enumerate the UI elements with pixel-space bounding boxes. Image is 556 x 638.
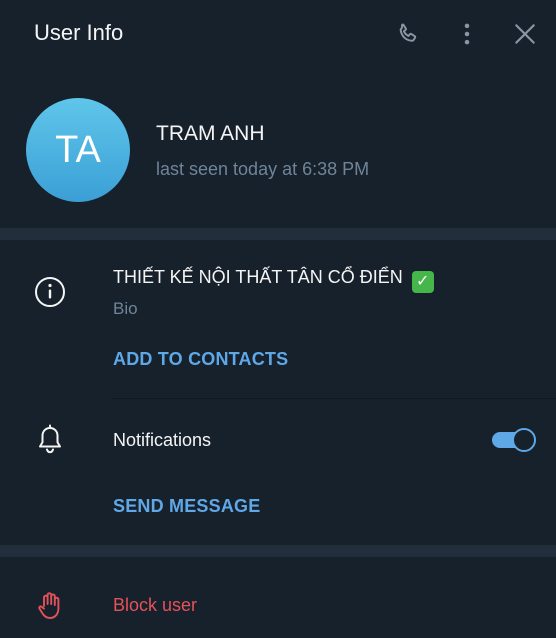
toggle-knob: [512, 428, 536, 452]
notifications-label: Notifications: [113, 430, 212, 450]
window-title: User Info: [34, 20, 124, 45]
bell-icon: [34, 424, 66, 456]
notifications-toggle[interactable]: [492, 428, 536, 452]
section-separator: [0, 545, 556, 557]
phone-icon[interactable]: [394, 20, 422, 48]
info-icon: [34, 276, 66, 308]
header: User Info: [0, 0, 556, 68]
bio-text: THIẾT KẾ NỘI THẤT TÂN CỔ ĐIỂN ✓: [113, 267, 434, 293]
profile-section: TA TRAM ANH last seen today at 6:38 PM: [0, 68, 556, 228]
check-mark-emoji: ✓: [411, 271, 434, 293]
avatar[interactable]: TA: [26, 98, 130, 202]
close-icon[interactable]: [511, 20, 539, 48]
avatar-initials: TA: [55, 128, 101, 171]
bio-value: THIẾT KẾ NỘI THẤT TÂN CỔ ĐIỂN: [113, 267, 403, 287]
row-divider: [113, 398, 556, 399]
block-user-button[interactable]: Block user: [113, 595, 197, 616]
last-seen-status: last seen today at 6:38 PM: [156, 159, 370, 179]
user-name: TRAM ANH: [156, 122, 265, 145]
add-to-contacts-button[interactable]: ADD TO CONTACTS: [113, 349, 288, 370]
bio-label: Bio: [113, 299, 138, 318]
section-separator: [0, 228, 556, 240]
send-message-button[interactable]: SEND MESSAGE: [113, 496, 260, 517]
hand-stop-icon: [34, 590, 66, 622]
more-vertical-icon[interactable]: [453, 20, 481, 48]
